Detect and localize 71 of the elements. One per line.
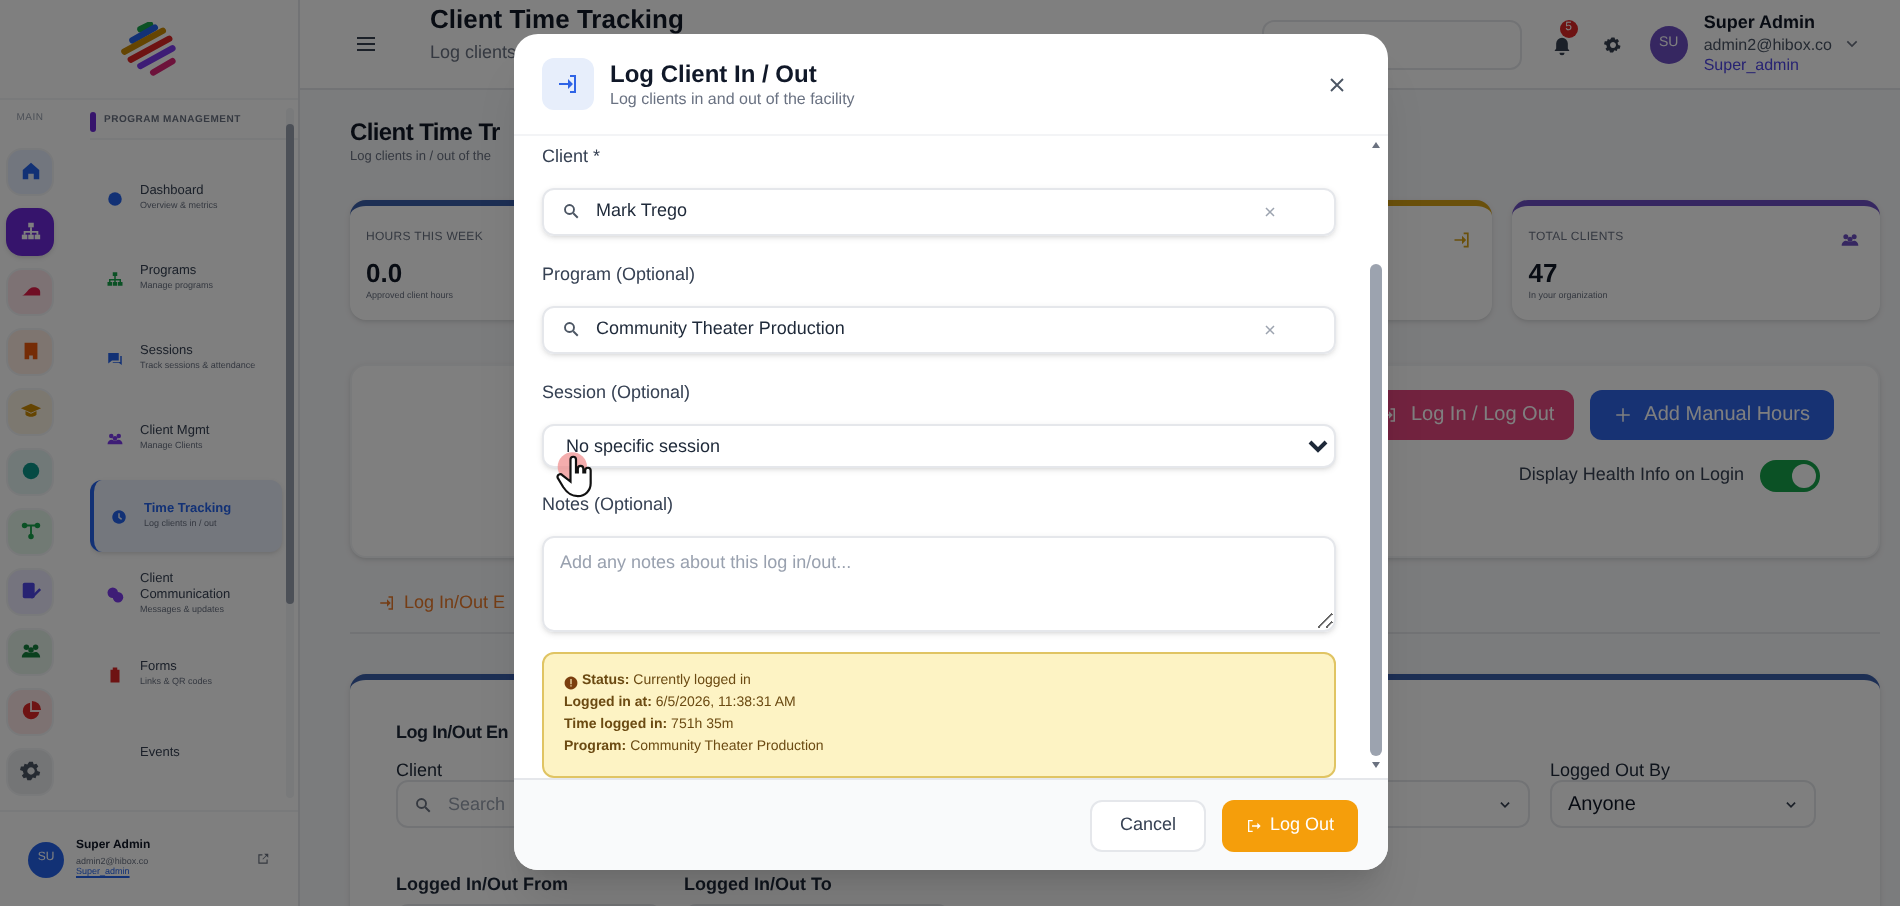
user-email: admin2@hibox.co [1703,35,1832,56]
clear-icon[interactable] [1264,323,1276,336]
graduation-cap-icon [19,400,41,422]
user-name: Super Admin [1703,12,1818,36]
field-label: Session (Optional) [542,379,693,404]
page-title: Client Time Tracking [430,6,684,32]
field-label: Client [396,758,445,781]
toggle-switch[interactable] [1760,459,1820,492]
sign-in-icon [1452,229,1473,250]
select-field[interactable]: No specific session [542,423,1336,469]
log-out-button[interactable]: Log Out [1221,799,1358,851]
section-marker [90,111,96,131]
info-icon [564,675,578,690]
dialog-title: Log Client In / Out [610,59,819,89]
search-icon [562,202,580,221]
close-icon[interactable] [1328,75,1346,93]
field-label: Program (Optional) [542,261,698,286]
add-hours-button[interactable]: Add Manual Hours [1590,389,1834,440]
menu-icon[interactable] [354,32,378,56]
scroll-up-icon [1370,140,1382,150]
plus-icon [1614,405,1633,424]
stat-value: 47 [1528,259,1558,286]
users-icon [19,640,41,662]
sitemap-icon [106,269,124,287]
sign-out-icon [1245,817,1262,833]
search-icon [414,795,432,814]
chevron-down-icon[interactable] [1844,36,1860,52]
rail-button[interactable] [6,207,54,255]
scrollbar-thumb[interactable] [286,124,294,604]
scrollbar-thumb[interactable] [1370,264,1382,756]
chevron-down-icon [1498,797,1512,812]
section-title: Client Time Tr [350,118,500,148]
select-field[interactable]: Anyone [1550,780,1816,829]
field-label: Notes (Optional) [542,492,676,517]
field-label: Logged In/Out To [684,872,834,899]
building-icon [19,340,41,362]
settings-icon[interactable] [1603,35,1622,53]
sign-in-icon [556,72,580,96]
home-icon [19,160,41,182]
sign-in-icon [378,593,396,612]
search-icon [562,320,580,339]
chat-icon [106,349,124,367]
search-field[interactable]: Community Theater Production [542,305,1336,354]
settings-icon [19,760,41,782]
stat-value: 0.0 [366,259,403,286]
logo [117,21,181,77]
nodes-icon [19,520,41,542]
pie-chart-icon [19,700,41,722]
notes-field[interactable]: Add any notes about this log in/out... [542,536,1336,633]
users-icon [1840,229,1860,250]
sitemap-icon [19,220,41,242]
cancel-button[interactable]: Cancel [1089,799,1206,851]
scrollbar[interactable] [286,108,294,798]
toggle-label: Display Health Info on Login [1518,462,1744,488]
bell-icon[interactable] [1551,36,1572,56]
page-subtitle: Log clients [430,44,517,62]
clear-icon[interactable] [1264,205,1276,218]
dialog-subtitle: Log clients in and out of the facility [610,89,857,109]
hand-cursor-icon [554,452,598,500]
users-icon [106,429,124,447]
scroll-down-icon [1370,760,1382,770]
search-field[interactable]: Mark Trego [542,188,1336,236]
filter-heading: Log In/Out En [396,719,509,746]
field-label: Client * [542,144,603,168]
field-label: Logged In/Out From [396,872,570,899]
clock-icon [110,507,128,525]
external-link-icon[interactable] [256,852,270,866]
role-link[interactable]: Super_admin [1703,55,1832,76]
edit-icon [19,580,41,602]
field-label: Logged Out By [1550,758,1673,781]
chevron-down-icon [1784,797,1798,812]
